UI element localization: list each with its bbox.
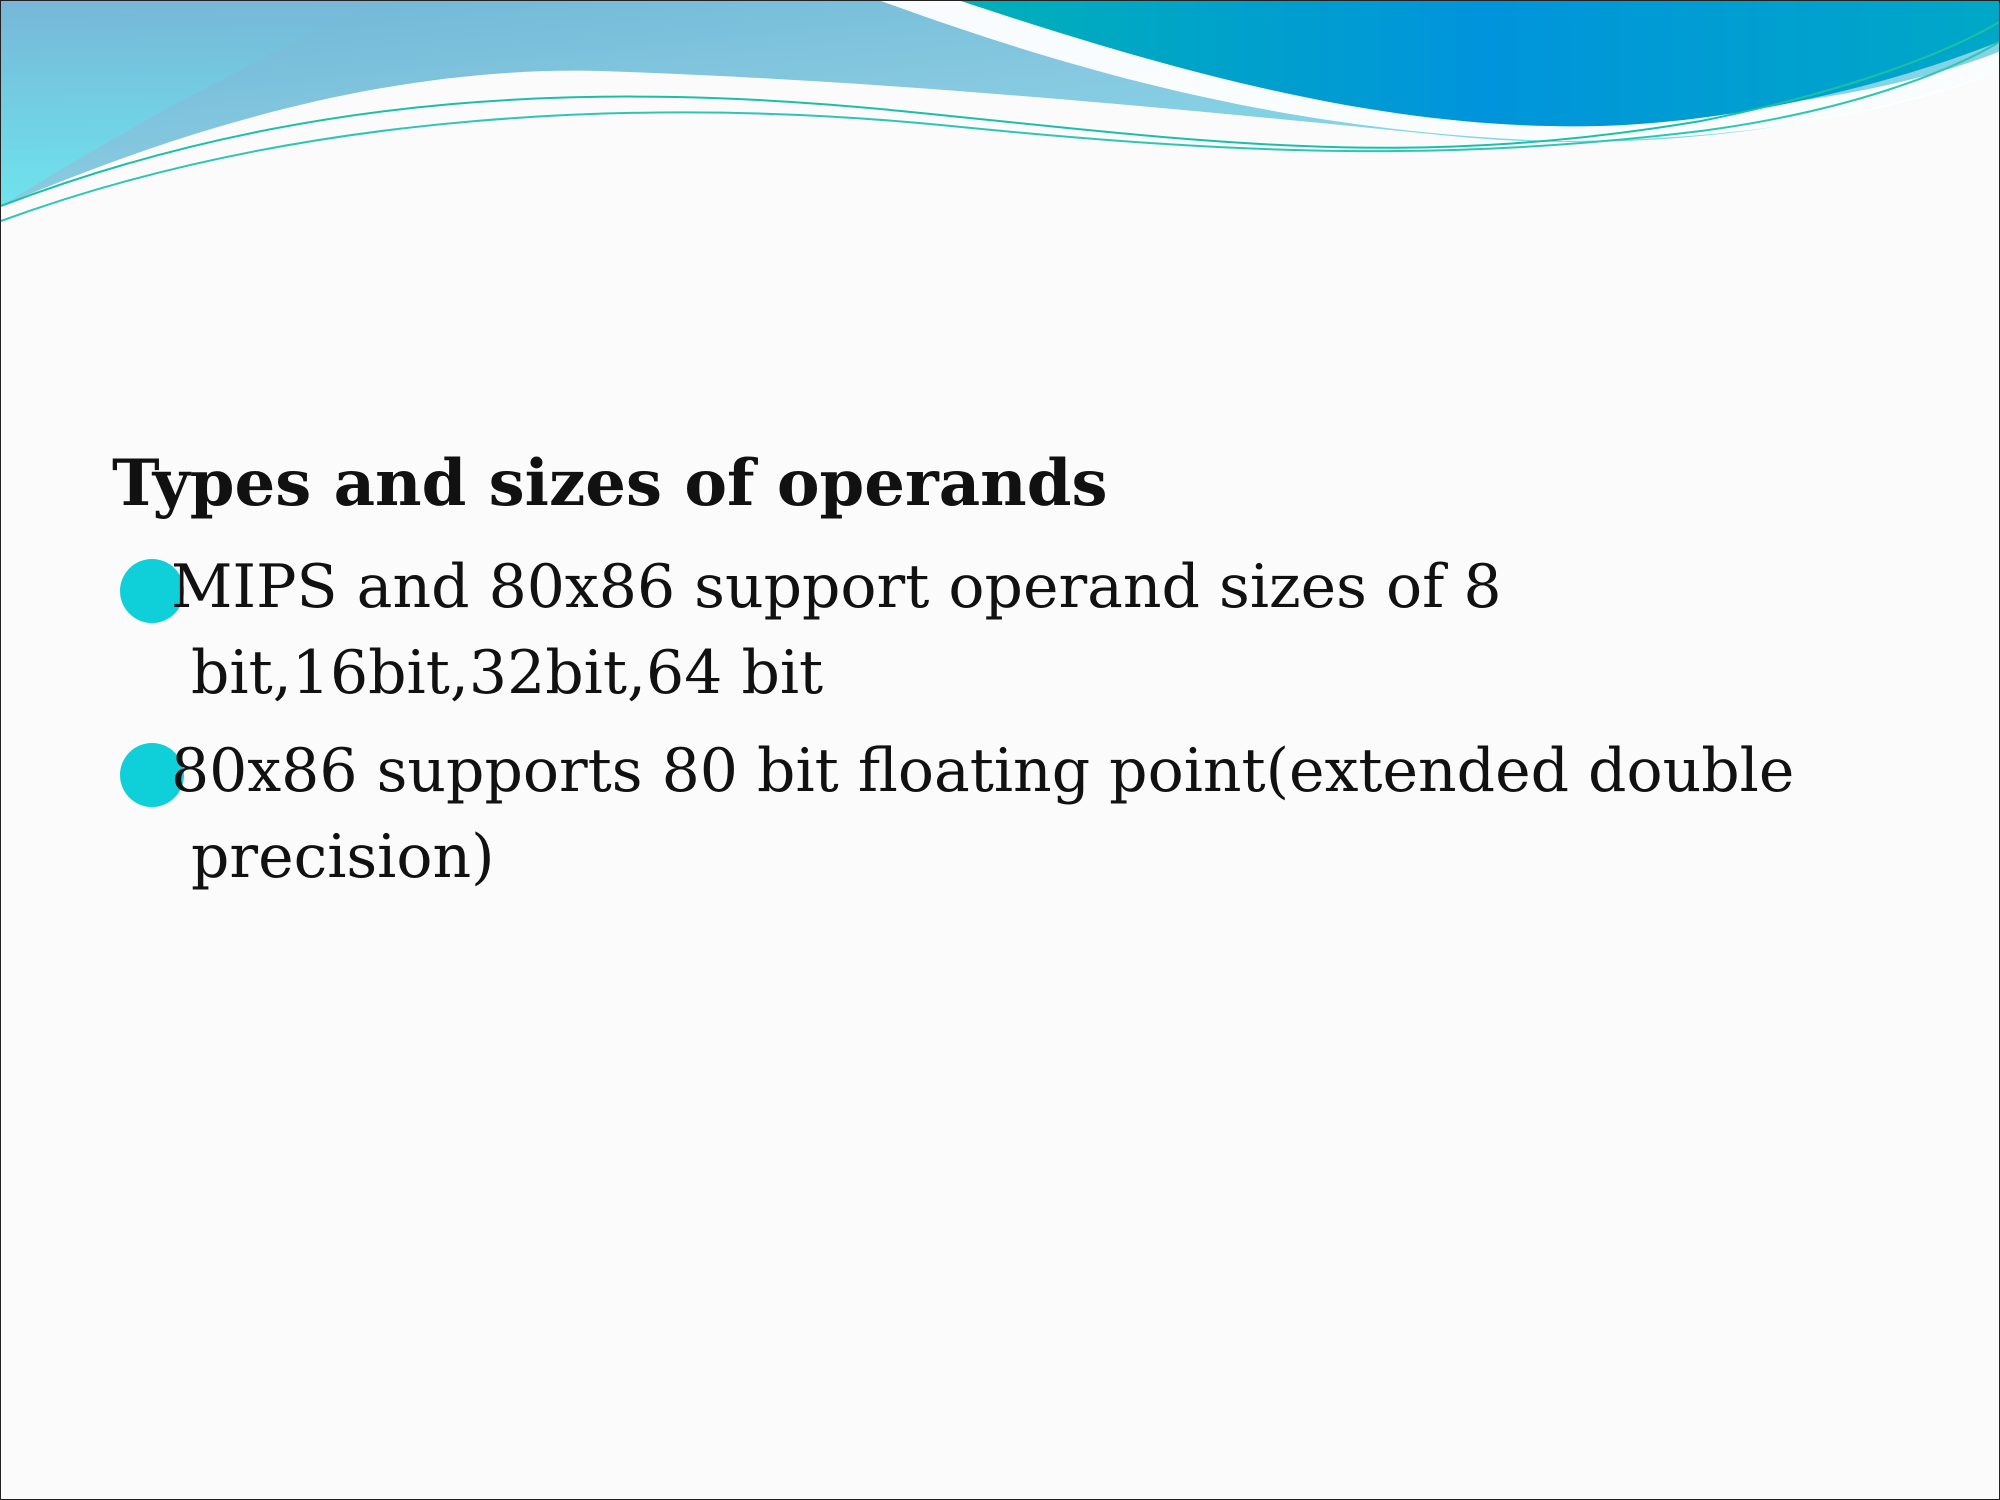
- slide: Types and sizes of operands MIPS and 80x…: [0, 0, 2000, 1500]
- slide-body: Types and sizes of operands MIPS and 80x…: [112, 436, 1912, 900]
- bullet-item: MIPS and 80x86 support operand sizes of …: [112, 544, 1912, 716]
- bullet-text: MIPS and 80x86 support operand sizes of …: [171, 552, 1502, 708]
- bullet-list: MIPS and 80x86 support operand sizes of …: [112, 544, 1912, 900]
- header-wave-banner: [1, 1, 1999, 222]
- bullet-text: 80x86 supports 80 bit floating point(ext…: [171, 736, 1795, 892]
- slide-heading: Types and sizes of operands: [112, 446, 1108, 521]
- bullet-item: 80x86 supports 80 bit floating point(ext…: [112, 728, 1912, 900]
